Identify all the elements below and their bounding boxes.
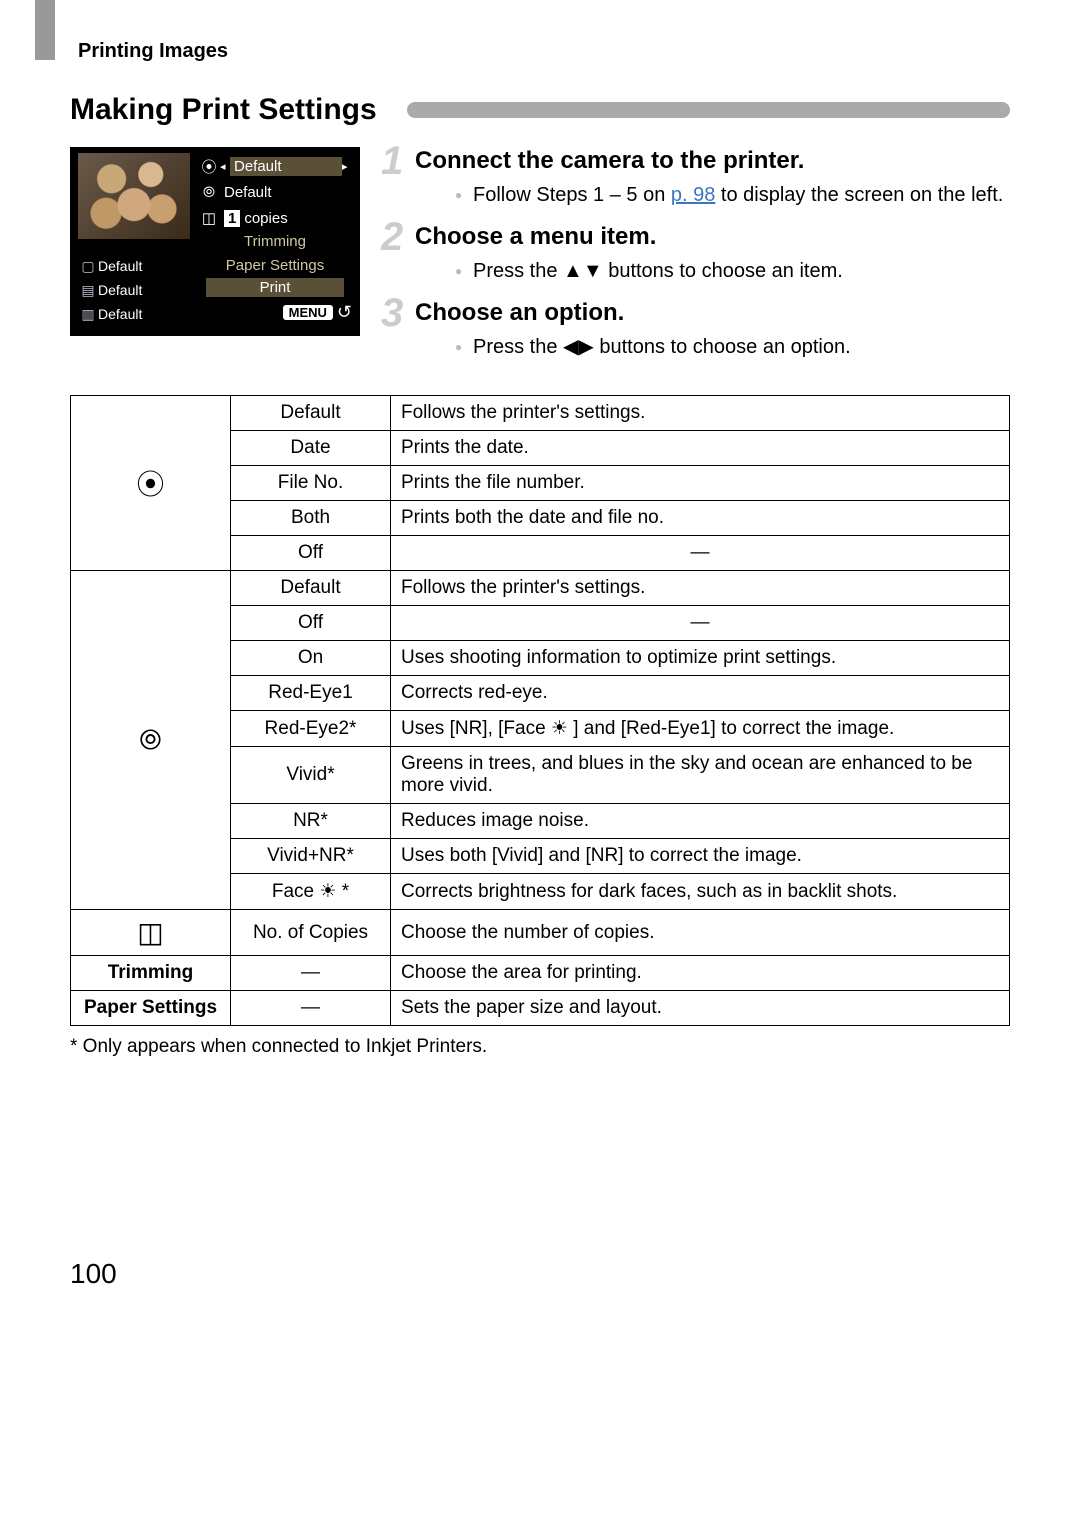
step-number: 2	[381, 215, 403, 260]
table-row: ⦾DefaultFollows the printer's settings.	[71, 571, 1010, 606]
step-2: 2 Choose a menu item. Press the ▲▼ butto…	[385, 223, 1010, 285]
step-body: Follow Steps 1 – 5 on p. 98 to display t…	[455, 181, 1010, 209]
table-option-cell: Vivid*	[231, 747, 391, 804]
table-category-cell: ◫	[71, 910, 231, 956]
table-desc-cell: Corrects red-eye.	[391, 676, 1010, 711]
table-desc-cell: Prints the date.	[391, 431, 1010, 466]
step-title: Choose an option.	[415, 299, 1010, 327]
table-option-cell: NR*	[231, 804, 391, 839]
table-desc-cell: Prints the file number.	[391, 466, 1010, 501]
table-category-cell: Paper Settings	[71, 991, 231, 1026]
table-option-cell: File No.	[231, 466, 391, 501]
screen-paper-settings-label: Paper Settings	[198, 254, 352, 278]
table-option-cell: No. of Copies	[231, 910, 391, 956]
table-desc-cell: Choose the number of copies.	[391, 910, 1010, 956]
screen-left-opt-1: ▢ Default	[78, 254, 190, 278]
table-option-cell: Off	[231, 606, 391, 641]
screen-opt-print-effect: ⦿ ◂ Default ▸	[198, 153, 352, 179]
step-3: 3 Choose an option. Press the ◀▶ buttons…	[385, 299, 1010, 361]
page-ref-link[interactable]: p. 98	[671, 184, 715, 206]
table-desc-cell: Corrects brightness for dark faces, such…	[391, 874, 1010, 910]
left-right-arrows-icon: ◀▶	[563, 336, 594, 358]
page-number: 100	[70, 1258, 1010, 1290]
page-tab	[35, 0, 55, 60]
photo-thumbnail	[78, 153, 190, 239]
table-desc-cell: Follows the printer's settings.	[391, 396, 1010, 431]
section-label: Printing Images	[78, 40, 1010, 63]
table-option-cell: Both	[231, 501, 391, 536]
table-category-cell: ⦾	[71, 571, 231, 910]
table-desc-cell: Uses shooting information to optimize pr…	[391, 641, 1010, 676]
table-option-cell: Off	[231, 536, 391, 571]
copies-icon: ◫	[198, 209, 220, 227]
table-option-cell: Red-Eye1	[231, 676, 391, 711]
table-option-cell: Default	[231, 396, 391, 431]
step-1: 1 Connect the camera to the printer. Fol…	[385, 147, 1010, 209]
camera-screen-mock: ⦿ ◂ Default ▸ ⦾ Default ◫ 1copies Trimmi…	[70, 147, 360, 336]
table-desc-cell: Uses both [Vivid] and [NR] to correct th…	[391, 839, 1010, 874]
copies-count: 1	[224, 210, 240, 227]
options-table: ⦿DefaultFollows the printer's settings.D…	[70, 395, 1010, 1026]
table-option-cell: On	[231, 641, 391, 676]
table-option-cell: —	[231, 956, 391, 991]
step-title: Choose a menu item.	[415, 223, 1010, 251]
step-body: Press the ◀▶ buttons to choose an option…	[455, 333, 1010, 361]
table-row: Paper Settings—Sets the paper size and l…	[71, 991, 1010, 1026]
screen-opt-image-effect: ⦾ Default	[198, 179, 352, 205]
picture-icon: ⦾	[198, 184, 220, 201]
paper-icon: ▢	[78, 258, 98, 275]
footnote: * Only appears when connected to Inkjet …	[70, 1036, 1010, 1058]
table-option-cell: Date	[231, 431, 391, 466]
screen-left-opt-2: ▤ Default	[78, 278, 190, 302]
screen-left-opt-3: ▥ Default	[78, 302, 190, 326]
table-desc-cell: Prints both the date and file no.	[391, 501, 1010, 536]
paper-icon: ▥	[78, 306, 98, 323]
table-desc-cell: Reduces image noise.	[391, 804, 1010, 839]
table-desc-cell: —	[391, 606, 1010, 641]
table-desc-cell: Uses [NR], [Face ☀ ] and [Red-Eye1] to c…	[391, 711, 1010, 747]
screen-trimming-label: Trimming	[198, 233, 352, 250]
step-body: Press the ▲▼ buttons to choose an item.	[455, 257, 1010, 285]
table-option-cell: Red-Eye2*	[231, 711, 391, 747]
clock-icon: ⦿	[198, 156, 220, 177]
chevron-left-icon: ◂	[220, 160, 230, 173]
menu-label: MENU	[283, 305, 333, 320]
page-title: Making Print Settings	[70, 93, 377, 127]
table-category-cell: Trimming	[71, 956, 231, 991]
step-number: 1	[381, 139, 403, 184]
step-title: Connect the camera to the printer.	[415, 147, 1010, 175]
title-divider	[407, 102, 1010, 118]
up-down-arrows-icon: ▲▼	[563, 260, 603, 282]
table-desc-cell: Sets the paper size and layout.	[391, 991, 1010, 1026]
table-desc-cell: —	[391, 536, 1010, 571]
table-desc-cell: Greens in trees, and blues in the sky an…	[391, 747, 1010, 804]
table-option-cell: Vivid+NR*	[231, 839, 391, 874]
screen-opt-copies: ◫ 1copies	[198, 205, 352, 231]
table-option-cell: Face ☀ *	[231, 874, 391, 910]
table-row: ⦿DefaultFollows the printer's settings.	[71, 396, 1010, 431]
back-icon: ↺	[337, 302, 352, 323]
chevron-right-icon: ▸	[342, 160, 352, 173]
paper-icon: ▤	[78, 282, 98, 299]
table-desc-cell: Choose the area for printing.	[391, 956, 1010, 991]
table-desc-cell: Follows the printer's settings.	[391, 571, 1010, 606]
table-option-cell: —	[231, 991, 391, 1026]
table-row: ◫No. of CopiesChoose the number of copie…	[71, 910, 1010, 956]
step-number: 3	[381, 291, 403, 336]
table-option-cell: Default	[231, 571, 391, 606]
steps-list: 1 Connect the camera to the printer. Fol…	[385, 147, 1010, 375]
table-category-cell: ⦿	[71, 396, 231, 571]
table-row: Trimming—Choose the area for printing.	[71, 956, 1010, 991]
screen-print-button: Print	[206, 278, 344, 297]
